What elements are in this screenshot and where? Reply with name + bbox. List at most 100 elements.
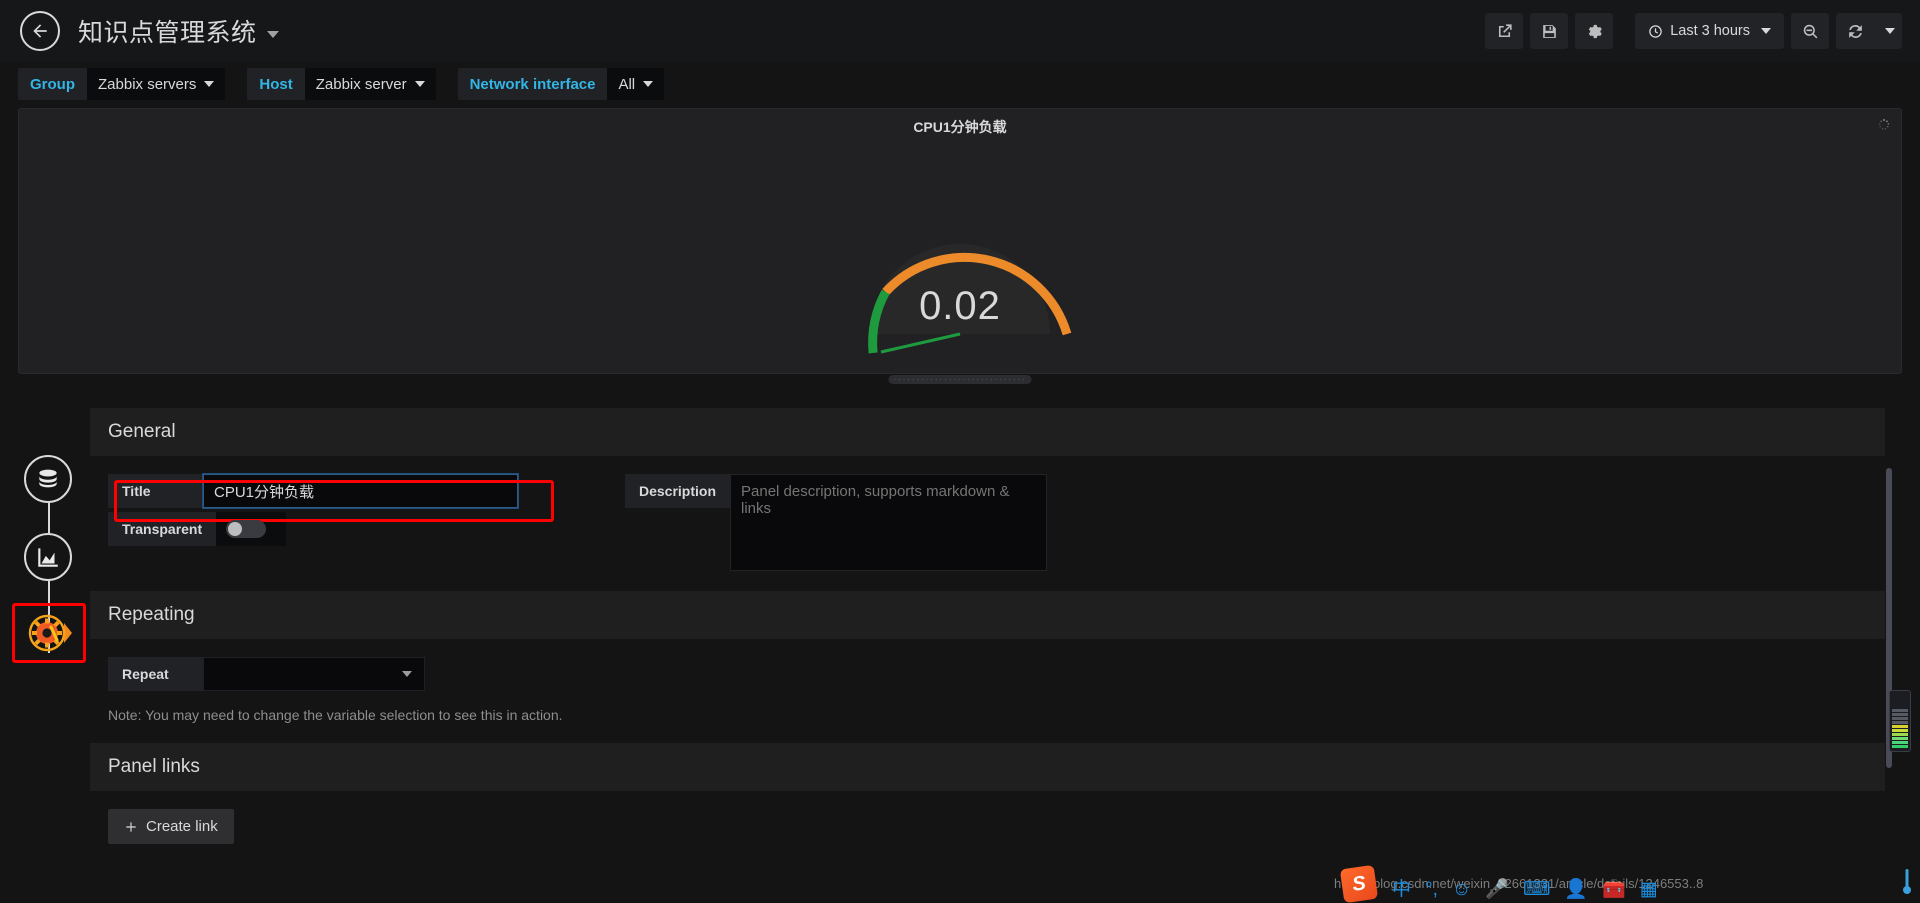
level-bar (1892, 721, 1908, 724)
section-header-repeating: Repeating (90, 591, 1885, 639)
level-bar (1892, 709, 1908, 712)
save-icon (1542, 24, 1556, 38)
title-field: Title (108, 474, 518, 508)
variable-picker-network-interface[interactable]: All (607, 68, 665, 100)
sidebar-item-visualization[interactable] (24, 533, 72, 581)
level-bar (1892, 745, 1908, 748)
variable-label-host: Host (247, 68, 305, 100)
variable-picker-host[interactable]: Zabbix server (304, 68, 436, 100)
panel-edit-rail (12, 455, 86, 685)
level-indicator-widget (1889, 690, 1911, 752)
repeat-label: Repeat (108, 657, 203, 691)
sidebar-item-general[interactable] (23, 610, 75, 656)
database-icon (39, 469, 57, 488)
chevron-down-icon (414, 81, 425, 87)
section-header-general: General (90, 408, 1885, 456)
variable-host: Host Zabbix server (247, 68, 436, 100)
back-button[interactable] (20, 11, 60, 51)
level-bar (1892, 725, 1908, 728)
soft-keyboard-icon[interactable]: ⌨ (1523, 880, 1550, 899)
zoom-out-icon (1803, 24, 1817, 38)
clock-icon (1649, 24, 1662, 38)
refresh-interval-dropdown[interactable] (1874, 13, 1902, 49)
chevron-down-icon (402, 671, 412, 677)
section-header-panel-links: Panel links (90, 743, 1885, 791)
gauge-panel[interactable]: CPU1分钟负载 0.02 (18, 108, 1902, 374)
ime-taskbar: https://blog.csdn.net/weixin_42661331/ar… (1330, 863, 1920, 903)
variable-network-interface: Network interface All (457, 68, 665, 100)
chevron-down-icon[interactable] (266, 30, 279, 38)
repeat-note: Note: You may need to change the variabl… (108, 707, 563, 723)
refresh-icon (1848, 24, 1862, 38)
share-button[interactable] (1485, 13, 1524, 49)
variable-group: Group Zabbix servers (18, 68, 226, 100)
save-dashboard-button[interactable] (1530, 13, 1569, 49)
dashboard-settings-button[interactable] (1575, 13, 1614, 49)
general-body: Title Transparent Description (90, 456, 1885, 585)
loading-spinner-icon (1878, 119, 1890, 130)
refresh-control (1836, 13, 1902, 49)
user-icon[interactable]: 👤 (1564, 880, 1588, 899)
variable-picker-group[interactable]: Zabbix servers (87, 68, 226, 100)
chinese-mode-icon[interactable]: 中 (1392, 880, 1411, 899)
refresh-button[interactable] (1836, 13, 1874, 49)
level-bar (1892, 717, 1908, 720)
time-range-picker[interactable]: Last 3 hours (1635, 13, 1784, 49)
panel-resize-handle[interactable]: ····························· (888, 375, 1032, 384)
ime-icon-row: 中 °, ☺ 🎤 ⌨ 👤 🧰 ▦ (1350, 880, 1658, 899)
description-field: Description (625, 474, 1048, 571)
time-range-label: Last 3 hours (1670, 23, 1750, 39)
chevron-down-icon (643, 81, 654, 87)
create-link-label: Create link (146, 818, 218, 835)
create-link-button[interactable]: Create link (108, 809, 234, 844)
variable-value-host: Zabbix server (315, 75, 407, 93)
dashboard-title: 知识点管理系统 (78, 19, 257, 47)
thermometer-icon (1903, 869, 1911, 894)
chevron-down-icon (204, 81, 215, 87)
top-navbar: 知识点管理系统 Last 3 hours (0, 0, 1920, 62)
level-bar (1892, 713, 1908, 716)
toolbox-icon[interactable]: 🧰 (1602, 880, 1626, 899)
plus-icon (126, 821, 136, 832)
voice-input-icon[interactable]: 🎤 (1485, 880, 1509, 899)
variable-label-network-interface: Network interface (457, 68, 608, 100)
level-bar (1892, 737, 1908, 740)
resize-dots: ····························· (893, 375, 1027, 384)
variable-label-group: Group (18, 68, 87, 100)
dashboard-title-menu[interactable]: 知识点管理系统 (78, 13, 279, 49)
zoom-out-time-button[interactable] (1791, 13, 1829, 49)
repeat-select[interactable] (203, 657, 425, 691)
repeat-field: Repeat (108, 657, 1885, 691)
level-bar (1892, 741, 1908, 744)
sidebar-item-queries[interactable] (24, 455, 72, 503)
level-bar (1892, 729, 1908, 732)
variable-value-network-interface: All (618, 75, 636, 93)
chevron-down-icon (1761, 28, 1771, 34)
transparent-toggle-cell (216, 512, 287, 546)
general-fields-row: Title Transparent Description (108, 474, 1885, 571)
section-repeating: Repeating Repeat Note: You may need to c… (90, 591, 1885, 737)
chevron-down-icon (1885, 28, 1895, 34)
sidebar-item-general-highlight (12, 603, 86, 663)
description-textarea[interactable] (730, 474, 1048, 571)
title-field-wrap: Title Transparent (108, 474, 554, 546)
panel-title: CPU1分钟负载 (913, 119, 1007, 135)
title-label: Title (108, 474, 203, 508)
description-label: Description (625, 474, 731, 508)
title-input[interactable] (203, 474, 518, 508)
section-panel-links: Panel links Create link (90, 743, 1885, 858)
punctuation-icon[interactable]: °, (1425, 880, 1438, 899)
area-chart-icon (38, 548, 58, 567)
gear-icon (1588, 24, 1602, 38)
panel-options-pane: General Title Transparent (90, 408, 1885, 903)
apps-icon[interactable]: ▦ (1640, 880, 1658, 899)
gear-wrench-icon (28, 614, 72, 652)
level-bar (1892, 733, 1908, 736)
emoji-icon[interactable]: ☺ (1452, 880, 1471, 899)
transparent-label: Transparent (108, 512, 217, 546)
transparent-toggle[interactable] (226, 520, 267, 538)
share-icon (1498, 23, 1512, 37)
variable-value-group: Zabbix servers (98, 75, 197, 93)
panel-links-body: Create link (90, 791, 1885, 858)
transparent-field: Transparent (108, 512, 518, 546)
